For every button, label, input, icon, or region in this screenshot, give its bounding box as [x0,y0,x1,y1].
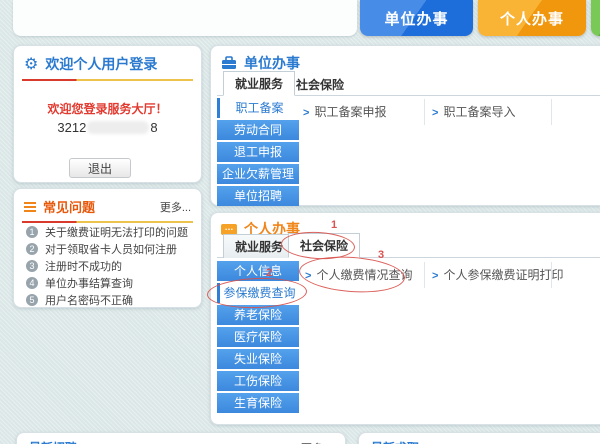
faq-item[interactable]: 3 注册时不成功的 [26,260,201,272]
user-id-prefix: 3212 [57,120,86,135]
menu-item-maternity-insurance[interactable]: 生育保险 [217,393,299,413]
latest-recruitment-panel: 最新招聘 更多 [16,432,346,444]
faq-list: 1 关于缴费证明无法打印的问题 2 对于领取省卡人员如何注册 3 注册时不成功的… [14,226,201,306]
faq-item-number: 1 [26,226,38,238]
arrow-icon: > [305,270,311,282]
faq-panel: 常见问题 更多... 1 关于缴费证明无法打印的问题 2 对于领取省卡人员如何注… [13,188,202,308]
link-text: 个人参保缴费证明打印 [443,268,563,282]
tab-social-insurance[interactable]: 社会保险 [288,233,360,258]
header-underline [22,79,193,81]
unit-card-title: 单位办事 [244,53,300,73]
personal-services-nav-button[interactable]: 个人办事 [478,0,586,36]
faq-panel-header: 常见问题 更多... [14,189,201,221]
latest-recruitment-title: 最新招聘 [29,439,77,444]
unit-tabbar: 就业服务 社会保险 [217,76,600,96]
arrow-icon: > [303,107,309,119]
login-panel: ⚙ 欢迎个人用户登录 欢迎您登录服务大厅！ 3212 8 退出 [13,45,202,183]
login-panel-header: ⚙ 欢迎个人用户登录 [14,46,201,79]
menu-item-unit-recruitment[interactable]: 单位招聘 [217,186,299,206]
menu-item-work-injury-insurance[interactable]: 工伤保险 [217,371,299,391]
user-id-suffix: 8 [150,120,157,135]
faq-item[interactable]: 2 对于领取省卡人员如何注册 [26,243,201,255]
faq-item-number: 2 [26,243,38,255]
link-text: 职工备案导入 [443,105,515,119]
welcome-message: 欢迎您登录服务大厅！ [14,100,201,117]
arrow-icon: > [432,107,438,119]
recruitment-more-link[interactable]: 更多 [301,440,323,444]
menu-item-labor-contract[interactable]: 劳动合同 [217,120,299,140]
column-divider [424,262,425,288]
faq-more-link[interactable]: 更多... [160,199,191,215]
unit-services-card: 单位办事 就业服务 社会保险 职工备案 劳动合同 退工申报 企业欠薪管理 单位招… [210,45,600,206]
latest-jobseeker-title: 最新求职 [371,439,419,444]
menu-item-termination-report[interactable]: 退工申报 [217,142,299,162]
faq-item-text: 单位办事结算查询 [45,275,133,291]
latest-recruitment-header: 最新招聘 更多 [17,433,345,444]
menu-item-unemployment-insurance[interactable]: 失业保险 [217,349,299,369]
extra-nav-button-partial[interactable] [591,0,600,36]
faq-item[interactable]: 5 用户名密码不正确 [26,294,201,306]
faq-item-number: 4 [26,277,38,289]
link-personal-payment-status-query[interactable]: > 个人缴费情况查询 [305,266,412,283]
unit-card-header: 单位办事 [221,53,300,73]
menu-item-pension-insurance[interactable]: 养老保险 [217,305,299,325]
user-id-value: 3212 8 [14,120,201,135]
personal-services-card: … 个人办事 就业服务 社会保险 个人信息 参保缴费查询 养老保险 医疗保险 失… [210,212,600,425]
faq-panel-title: 常见问题 [43,197,95,216]
link-text: 职工备案申报 [314,105,386,119]
tab-employment-services[interactable]: 就业服务 [223,234,295,258]
logout-button[interactable]: 退出 [69,158,131,178]
faq-item-text: 关于缴费证明无法打印的问题 [45,224,188,240]
latest-jobseeker-panel: 最新求职 [358,432,600,444]
link-payment-certificate-print[interactable]: > 个人参保缴费证明打印 [432,266,563,283]
watermark-blur [454,413,586,422]
menu-item-personal-info[interactable]: 个人信息 [217,261,299,281]
arrow-icon: > [432,270,438,282]
gear-icon: ⚙ [24,57,38,71]
link-text: 个人缴费情况查询 [316,268,412,282]
header-underline [22,221,193,223]
latest-jobseeker-header: 最新求职 [359,433,600,444]
unit-services-nav-button[interactable]: 单位办事 [360,0,473,36]
faq-item-number: 3 [26,260,38,272]
faq-item[interactable]: 1 关于缴费证明无法打印的问题 [26,226,201,238]
personal-tabbar: 就业服务 社会保险 [217,238,600,258]
menu-item-wage-arrears[interactable]: 企业欠薪管理 [217,164,299,184]
tab-social-insurance[interactable]: 社会保险 [285,73,355,96]
link-employee-filing-import[interactable]: > 职工备案导入 [432,103,515,120]
briefcase-icon [221,56,237,70]
faq-item-text: 对于领取省卡人员如何注册 [45,241,177,257]
unit-menu: 职工备案 劳动合同 退工申报 企业欠薪管理 单位招聘 [217,98,299,208]
portal-page: 单位办事 个人办事 ⚙ 欢迎个人用户登录 欢迎您登录服务大厅！ 3212 8 退出… [0,0,600,444]
personal-menu: 个人信息 参保缴费查询 养老保险 医疗保险 失业保险 工伤保险 生育保险 [217,261,299,415]
user-id-redacted-blur [87,121,149,134]
menu-item-insurance-payment-query[interactable]: 参保缴费查询 [217,283,299,303]
column-divider [551,262,552,288]
column-divider [551,99,552,125]
faq-item-text: 用户名密码不正确 [45,292,133,308]
list-icon [24,202,36,212]
menu-item-medical-insurance[interactable]: 医疗保险 [217,327,299,347]
faq-item-number: 5 [26,294,38,306]
faq-item[interactable]: 4 单位办事结算查询 [26,277,201,289]
faq-item-text: 注册时不成功的 [45,258,122,274]
top-white-bar [13,0,357,36]
link-employee-filing-declare[interactable]: > 职工备案申报 [303,103,386,120]
column-divider [424,99,425,125]
login-panel-title: 欢迎个人用户登录 [45,54,157,74]
chat-bubble-icon: … [221,224,237,235]
menu-item-employee-filing[interactable]: 职工备案 [217,98,299,118]
